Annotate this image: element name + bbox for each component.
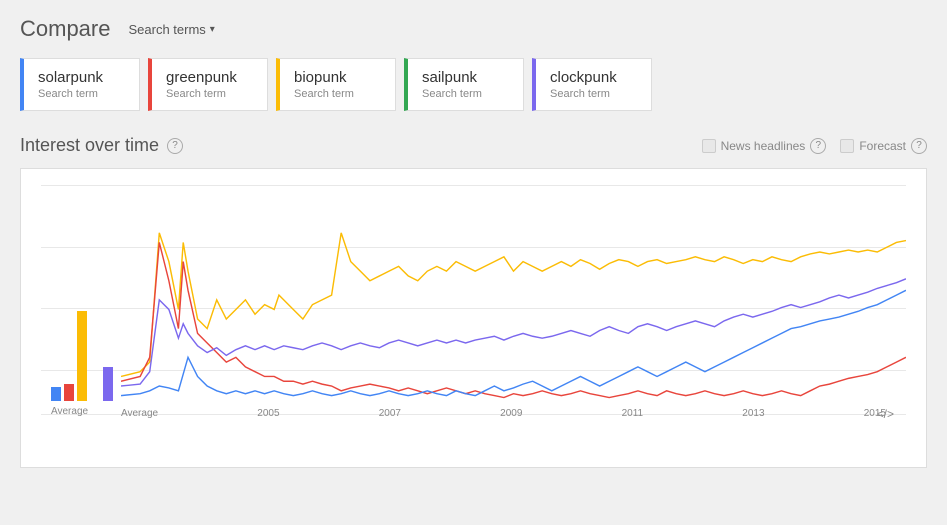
avg-bar-0 bbox=[51, 387, 61, 401]
section-title: Interest over time bbox=[20, 135, 159, 156]
term-name-solarpunk: solarpunk bbox=[38, 69, 125, 86]
legend-item-news-headlines[interactable]: News headlines ? bbox=[702, 138, 827, 154]
search-terms-button[interactable]: Search terms ▾ bbox=[122, 20, 220, 39]
term-card-sailpunk[interactable]: sailpunk Search term bbox=[404, 58, 524, 111]
avg-label: Average bbox=[51, 406, 88, 417]
term-card-solarpunk[interactable]: solarpunk Search term bbox=[20, 58, 140, 111]
chart-container: Average Average200520072009201120132015 … bbox=[20, 168, 927, 468]
legend-checkbox-forecast bbox=[840, 139, 854, 153]
term-card-biopunk[interactable]: biopunk Search term bbox=[276, 58, 396, 111]
legend-checkbox-news-headlines bbox=[702, 139, 716, 153]
legend-items: News headlines ? Forecast ? bbox=[702, 138, 927, 154]
term-name-clockpunk: clockpunk bbox=[550, 69, 637, 86]
average-bars bbox=[51, 281, 113, 401]
chart-inner: Average Average200520072009201120132015 … bbox=[41, 185, 906, 431]
term-type-clockpunk: Search term bbox=[550, 88, 637, 100]
embed-icon[interactable]: </> bbox=[877, 407, 894, 421]
page-title: Compare bbox=[20, 16, 110, 42]
section-title-wrap: Interest over time ? bbox=[20, 135, 183, 156]
term-name-greenpunk: greenpunk bbox=[166, 69, 253, 86]
clockpunk-line bbox=[121, 279, 906, 386]
greenpunk-line bbox=[121, 242, 906, 397]
legend-item-forecast[interactable]: Forecast ? bbox=[840, 138, 927, 154]
term-card-greenpunk[interactable]: greenpunk Search term bbox=[148, 58, 268, 111]
section-help-icon[interactable]: ? bbox=[167, 138, 183, 154]
x-label-5: 2013 bbox=[742, 408, 764, 419]
term-type-greenpunk: Search term bbox=[166, 88, 253, 100]
dropdown-arrow-icon: ▾ bbox=[210, 24, 215, 35]
term-card-clockpunk[interactable]: clockpunk Search term bbox=[532, 58, 652, 111]
avg-bar-4 bbox=[103, 367, 113, 401]
biopunk-line bbox=[121, 233, 906, 377]
legend-label-forecast: Forecast bbox=[859, 139, 906, 153]
term-type-sailpunk: Search term bbox=[422, 88, 509, 100]
x-label-2: 2007 bbox=[379, 408, 401, 419]
term-name-biopunk: biopunk bbox=[294, 69, 381, 86]
legend-help-icon-news-headlines[interactable]: ? bbox=[810, 138, 826, 154]
section-header: Interest over time ? News headlines ? Fo… bbox=[20, 135, 927, 156]
x-label-3: 2009 bbox=[500, 408, 522, 419]
x-axis-labels: Average200520072009201120132015 bbox=[121, 408, 886, 419]
x-label-1: 2005 bbox=[257, 408, 279, 419]
legend-label-news-headlines: News headlines bbox=[721, 139, 806, 153]
page-header: Compare Search terms ▾ bbox=[20, 16, 927, 42]
x-label-0: Average bbox=[121, 408, 158, 419]
term-type-biopunk: Search term bbox=[294, 88, 381, 100]
term-name-sailpunk: sailpunk bbox=[422, 69, 509, 86]
trend-chart-svg bbox=[121, 185, 906, 415]
x-label-4: 2011 bbox=[622, 408, 644, 419]
legend-help-icon-forecast[interactable]: ? bbox=[911, 138, 927, 154]
term-type-solarpunk: Search term bbox=[38, 88, 125, 100]
avg-bar-1 bbox=[64, 384, 74, 401]
term-cards-container: solarpunk Search term greenpunk Search t… bbox=[20, 58, 927, 111]
search-terms-label: Search terms bbox=[128, 22, 205, 37]
avg-bar-2 bbox=[77, 311, 87, 401]
